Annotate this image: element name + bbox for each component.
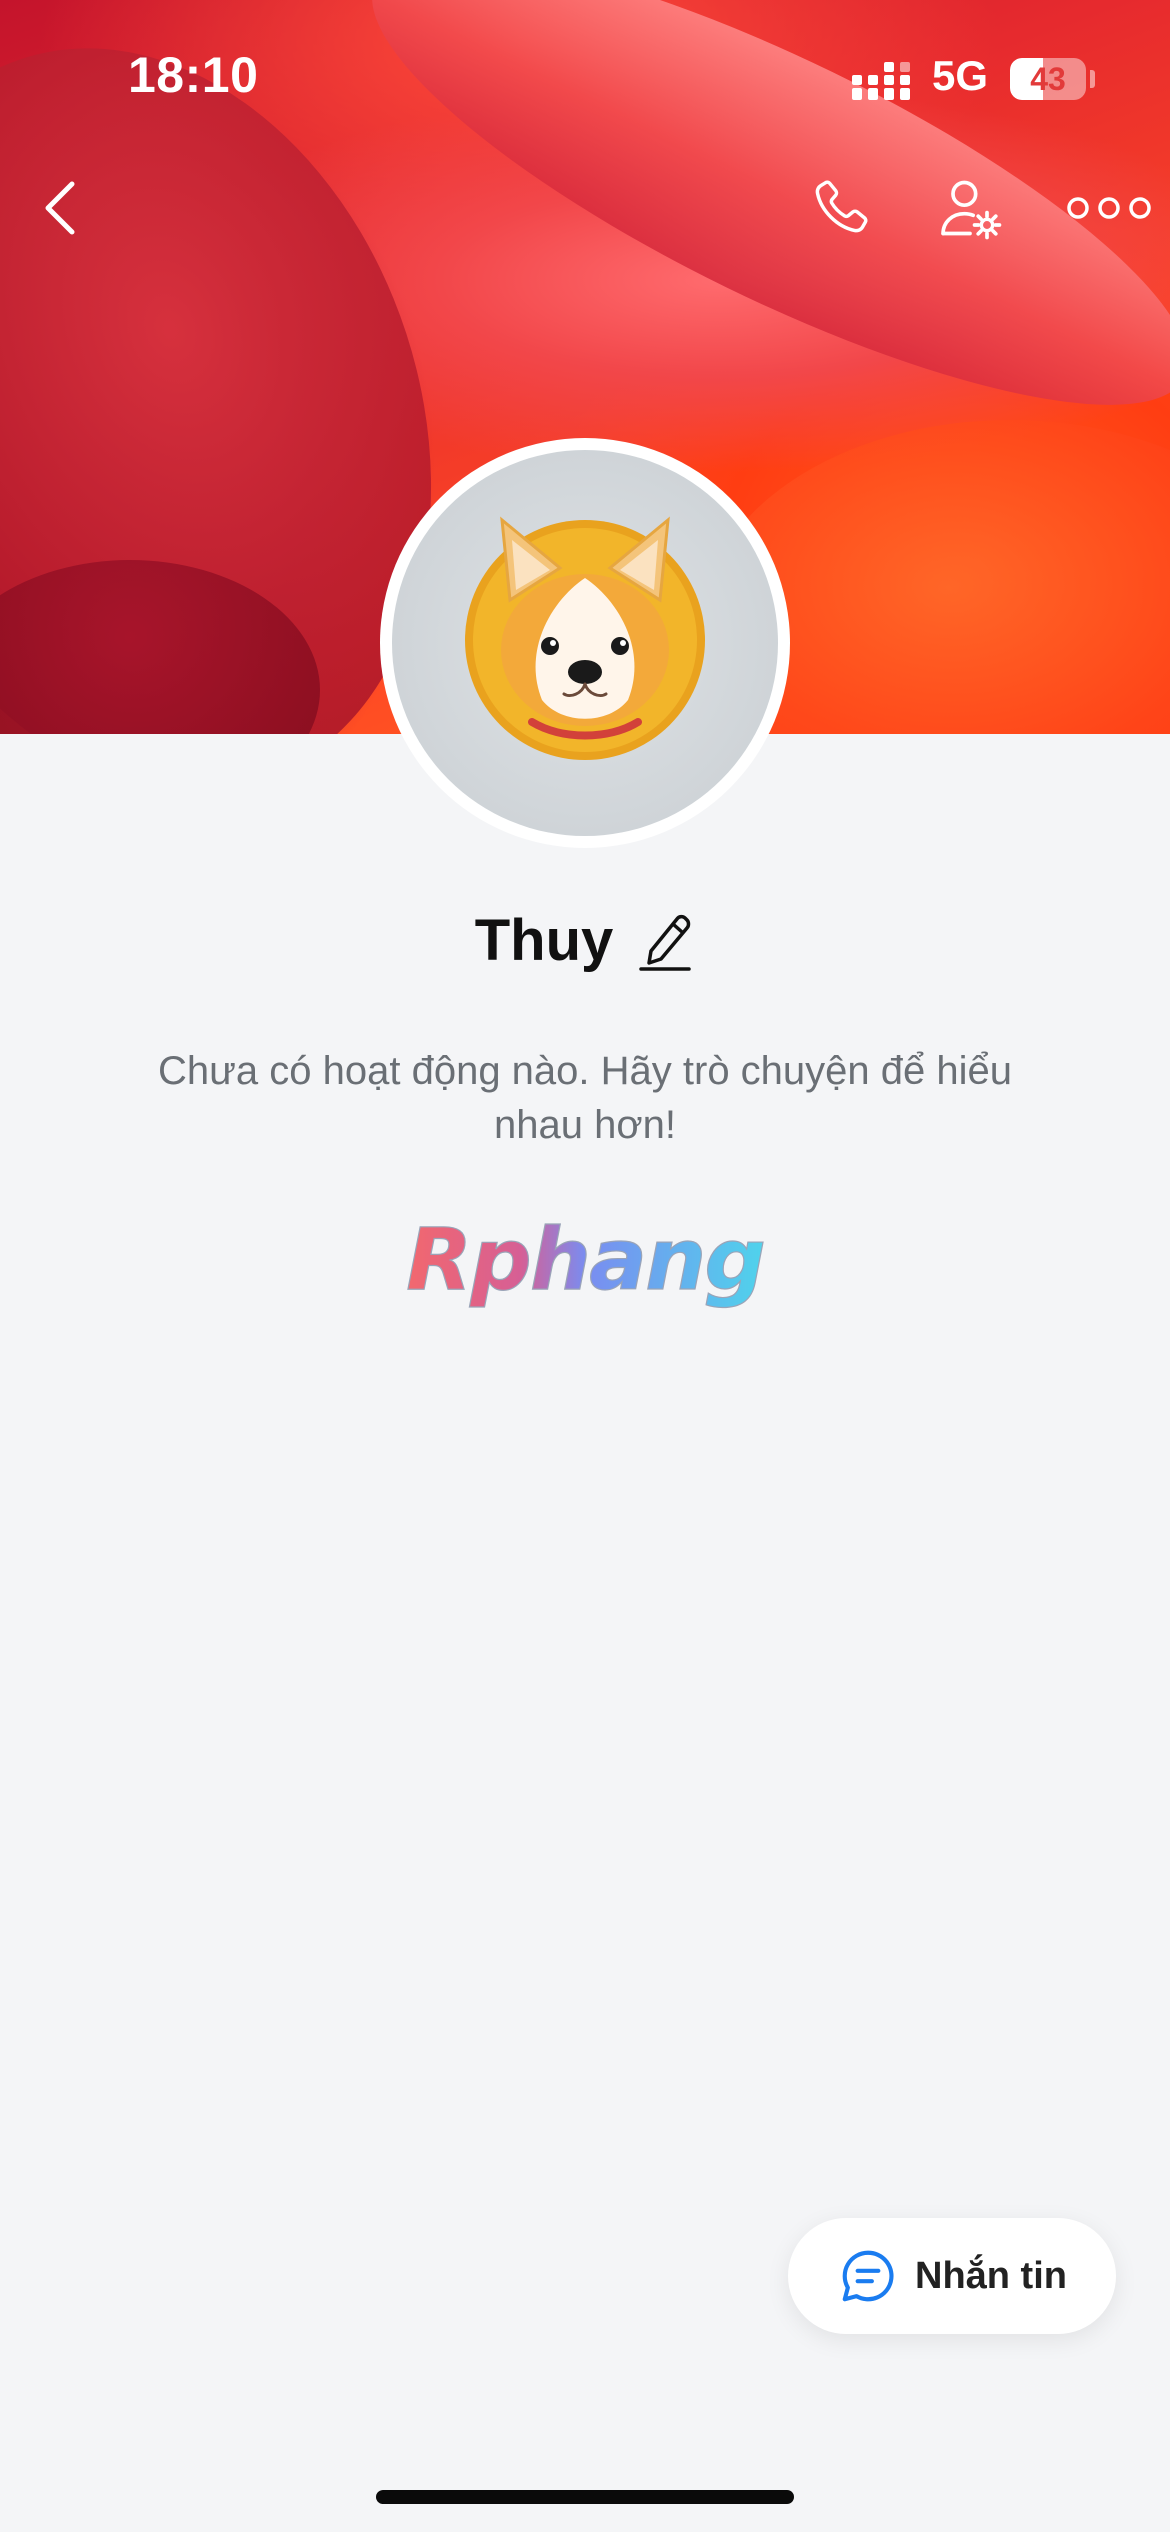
user-settings-button[interactable] (930, 168, 1010, 248)
pencil-icon (639, 914, 692, 971)
home-indicator[interactable] (376, 2490, 794, 2504)
avatar[interactable] (392, 450, 778, 836)
avatar-frame[interactable] (380, 438, 790, 848)
more-options-button[interactable] (1064, 178, 1154, 238)
cellular-signal-icon (852, 62, 910, 100)
network-type: 5G (932, 52, 989, 99)
empty-activity-message: Chưa có hoạt động nào. Hãy trò chuyện để… (157, 1049, 1013, 1147)
profile-name-row: Thuy (0, 900, 1170, 980)
profile-name: Thuy (474, 907, 614, 973)
watermark-text: Rphang (406, 1215, 764, 1310)
rphang-watermark-logo: Rphang (405, 1215, 766, 1311)
status-time: 18:10 (128, 47, 259, 103)
edit-name-button[interactable] (635, 908, 695, 972)
corgi-avatar-icon (465, 516, 705, 760)
chat-bubble-icon (842, 2250, 894, 2302)
send-message-button[interactable]: Nhắn tin (788, 2218, 1116, 2334)
profile-screen: 18:10 5G 43 Thuy Chưa có hoạt động nào. … (0, 0, 1170, 2532)
battery-tip (1090, 70, 1095, 88)
call-button[interactable] (800, 170, 880, 246)
chevron-left-icon (45, 181, 75, 235)
battery-icon: 43 (1010, 58, 1086, 100)
more-horizontal-icon (1067, 197, 1151, 219)
battery-percent: 43 (1030, 61, 1066, 97)
status-bar: 18:10 5G 43 (0, 0, 1170, 150)
phone-icon (815, 180, 868, 233)
user-settings-icon (941, 180, 1002, 240)
send-message-label: Nhắn tin (915, 2254, 1067, 2297)
back-button[interactable] (30, 170, 90, 246)
